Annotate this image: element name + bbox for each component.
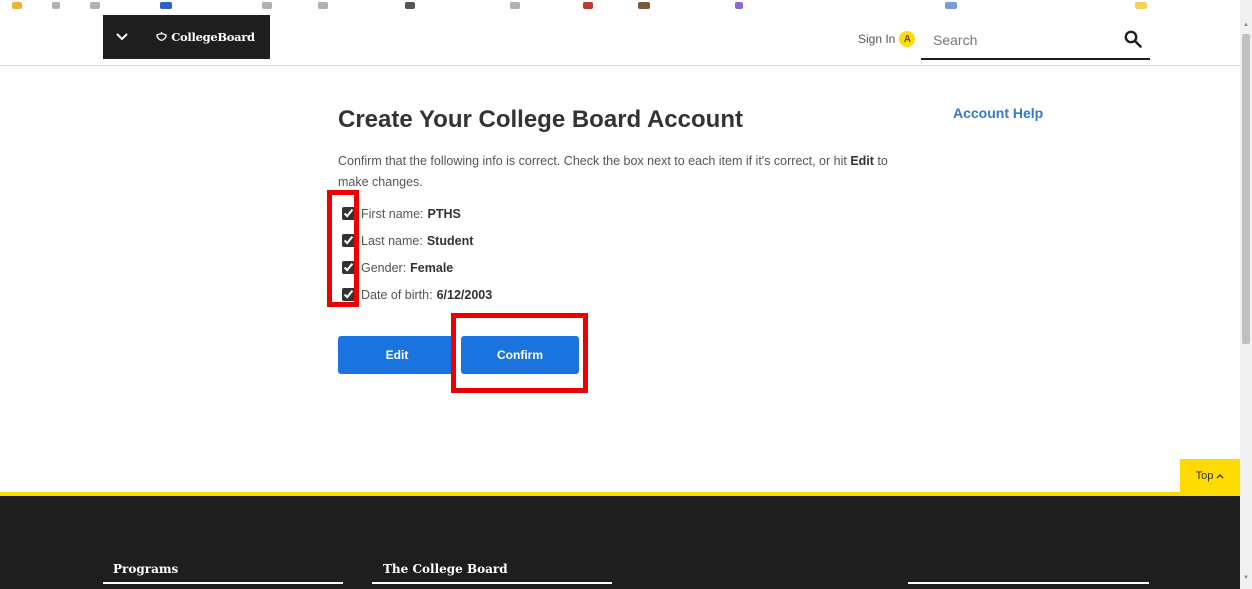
college-board-logo[interactable]: CollegeBoard [141, 15, 270, 59]
bookmark-icon[interactable] [318, 2, 328, 9]
menu-toggle-button[interactable] [103, 15, 141, 59]
confirm-item-first-name[interactable]: First name: PTHS [342, 200, 492, 227]
chevron-down-icon [116, 33, 128, 41]
footer-divider [372, 582, 612, 584]
bookmark-icon[interactable] [262, 2, 272, 9]
item-value: PTHS [427, 206, 461, 221]
bookmark-icon[interactable] [1135, 2, 1147, 9]
bookmark-icon[interactable] [583, 2, 593, 9]
search-box [921, 24, 1150, 60]
confirm-item-last-name[interactable]: Last name: Student [342, 227, 492, 254]
confirm-highlight-box [451, 313, 588, 393]
item-label: Date of birth: [361, 287, 433, 302]
item-label: Last name: [361, 233, 423, 248]
bookmark-icon[interactable] [52, 2, 60, 9]
footer-divider [103, 582, 343, 584]
bookmark-icon[interactable] [405, 2, 415, 9]
checkbox-highlight-box [327, 190, 359, 307]
logo-text: CollegeBoard [171, 30, 255, 44]
scroll-down-arrow-icon[interactable]: ▼ [1243, 575, 1249, 581]
bookmark-icon[interactable] [510, 2, 520, 9]
item-label: First name: [361, 206, 424, 221]
item-value: Female [410, 260, 454, 275]
scroll-up-arrow-icon[interactable]: ▲ [1243, 22, 1249, 28]
item-label: Gender: [361, 260, 407, 275]
search-icon[interactable] [1124, 30, 1142, 48]
footer-divider [908, 582, 1149, 584]
sign-in-link[interactable]: Sign In A [858, 31, 916, 47]
footer-heading-programs: Programs [113, 562, 179, 576]
site-footer: Programs The College Board [0, 492, 1240, 589]
confirm-item-gender[interactable]: Gender: Female [342, 254, 492, 281]
confirm-instructions: Confirm that the following info is corre… [338, 151, 918, 193]
page-title: Create Your College Board Account [338, 106, 743, 133]
footer-heading-college-board: The College Board [383, 562, 508, 576]
intro-edit-word: Edit [850, 154, 874, 168]
bookmark-icon[interactable] [90, 2, 100, 9]
edit-button[interactable]: Edit [338, 336, 456, 374]
bookmark-icon[interactable] [12, 2, 22, 9]
page-scrollbar[interactable]: ▲ ▼ [1240, 0, 1252, 589]
bookmark-icon[interactable] [735, 2, 743, 9]
bookmarks-bar [0, 0, 1240, 14]
bookmark-icon[interactable] [945, 2, 957, 9]
intro-text: Confirm that the following info is corre… [338, 154, 851, 168]
bookmark-icon[interactable] [160, 2, 172, 9]
confirm-item-list: First name: PTHS Last name: Student Gend… [342, 200, 492, 308]
search-input[interactable] [931, 31, 1115, 49]
confirm-item-date-of-birth[interactable]: Date of birth: 6/12/2003 [342, 281, 492, 308]
acorn-icon [156, 31, 167, 41]
item-value: Student [426, 233, 474, 248]
sign-in-label: Sign In [858, 32, 896, 46]
scroll-thumb[interactable] [1242, 34, 1250, 344]
back-to-top-button[interactable]: Top [1180, 459, 1240, 493]
chevron-up-icon [1216, 474, 1224, 479]
item-value: 6/12/2003 [436, 287, 493, 302]
account-help-link[interactable]: Account Help [953, 105, 1043, 121]
bookmark-icon[interactable] [638, 2, 650, 9]
avatar-icon: A [899, 31, 916, 47]
top-label: Top [1195, 470, 1214, 482]
